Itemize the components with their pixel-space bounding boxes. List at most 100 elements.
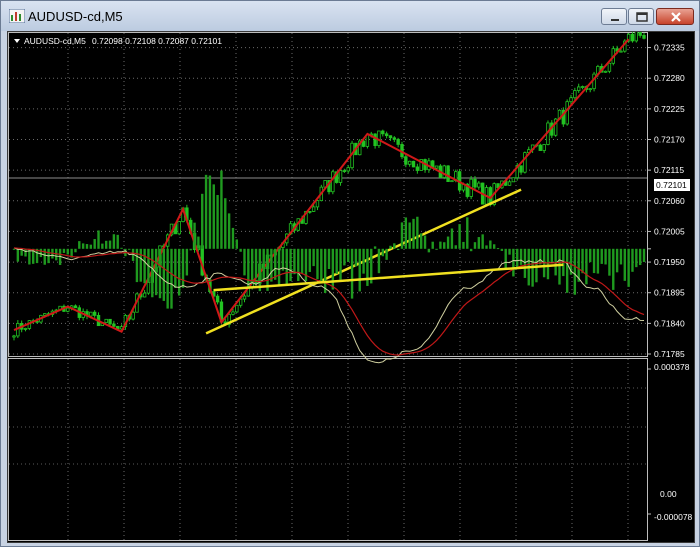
histogram-bar (312, 248, 315, 267)
histogram-bar (512, 248, 515, 277)
indicator-pane-border (8, 358, 648, 541)
histogram-bar (489, 240, 492, 249)
maximize-button[interactable] (628, 8, 654, 25)
histogram-bar (635, 248, 638, 268)
histogram-bar (224, 198, 227, 249)
candle-body (331, 171, 335, 193)
histogram-bar (270, 248, 273, 282)
histogram-bar (539, 248, 542, 265)
histogram-bar (170, 248, 173, 309)
candle-body (43, 313, 47, 316)
window-title: AUDUSD-cd,M5 (28, 9, 123, 24)
histogram-bar (508, 248, 511, 255)
candle-body (146, 281, 151, 294)
candle-body (342, 170, 347, 172)
histogram-bar (85, 244, 89, 249)
histogram-bar (565, 248, 569, 293)
grid-lines (8, 32, 648, 541)
histogram-bar (258, 248, 262, 292)
histogram-bar (250, 248, 254, 284)
histogram-bar (523, 248, 527, 278)
candle-body (361, 140, 366, 147)
histogram-bar (396, 248, 400, 251)
histogram-bar (400, 222, 404, 249)
histogram-bar (466, 217, 469, 249)
histogram-bar (266, 248, 269, 291)
histogram-bar (235, 239, 239, 249)
candle-body (450, 180, 454, 183)
histogram-bar (347, 248, 350, 262)
chart-area[interactable]: 0.72335 0.72280 0.72225 0.72170 0.72115 0.720… (7, 29, 696, 544)
histogram-bar (550, 248, 554, 264)
candle-body (538, 144, 542, 151)
indicator-min-label: -0.000078 (654, 512, 693, 522)
price-label: 0.72280 (654, 73, 685, 83)
histogram-bar (116, 234, 119, 249)
price-chart-svg[interactable]: 0.72335 0.72280 0.72225 0.72170 0.72115 0.720… (8, 29, 696, 544)
histogram-bar (62, 248, 66, 253)
histogram-bar (181, 248, 185, 288)
histogram-bar (177, 248, 181, 296)
histogram-bar (373, 246, 377, 249)
candle-body (373, 133, 377, 147)
histogram-bar (162, 248, 166, 301)
candle-body (619, 50, 623, 53)
candle-body (108, 318, 112, 325)
histogram-bar (627, 248, 630, 287)
candle-body (346, 167, 350, 172)
indicator-max-label: 0.000378 (654, 362, 690, 372)
histogram-bar (323, 248, 327, 293)
histogram-bar (642, 248, 646, 263)
histogram-bar (519, 248, 523, 265)
candle-body (634, 30, 639, 42)
histogram-bar (93, 239, 96, 249)
histogram-bar (596, 248, 600, 274)
candle-body (407, 160, 412, 165)
histogram-bar (350, 248, 354, 299)
histogram-bar (389, 245, 392, 249)
candle-body (507, 181, 512, 186)
histogram-bar (66, 248, 69, 255)
price-label: 0.72115 (654, 165, 684, 175)
histogram-bar (308, 248, 311, 272)
histogram-bar (74, 248, 77, 253)
candle-body (73, 305, 78, 309)
histogram-bar (427, 248, 431, 253)
histogram-bar (331, 248, 335, 290)
histogram-bar (619, 248, 623, 265)
histogram-bar (581, 248, 584, 274)
candle-body (404, 156, 408, 165)
histogram-bar (24, 248, 27, 257)
candle-body (242, 295, 247, 300)
candle-body (446, 165, 450, 182)
collapse-arrow-icon[interactable] (14, 39, 20, 43)
histogram-bar (419, 233, 423, 249)
histogram-bar (220, 170, 223, 249)
histogram-bar (120, 247, 123, 249)
price-label: 0.72335 (654, 43, 685, 53)
histogram-bar (638, 248, 642, 266)
histogram-bar (231, 227, 235, 249)
candle-body (396, 138, 400, 145)
candle-body (92, 311, 97, 316)
histogram-bar (335, 248, 338, 274)
histogram-bar (204, 174, 208, 249)
histogram-bar (300, 248, 304, 274)
minimize-button[interactable] (601, 8, 627, 25)
histogram-bar (423, 235, 427, 249)
candle-body (384, 133, 389, 137)
histogram-bar (216, 194, 219, 249)
candle-body (311, 206, 316, 212)
histogram-bar (320, 248, 323, 282)
candle-body (215, 295, 220, 303)
histogram-bar (108, 240, 112, 249)
histogram-bar (600, 248, 603, 264)
title-bar[interactable]: AUDUSD-cd,M5 (1, 1, 699, 31)
close-button[interactable] (656, 8, 694, 25)
price-label: 0.71895 (654, 288, 685, 298)
price-label: 0.71950 (654, 257, 685, 267)
histogram-bar (139, 248, 142, 282)
candle-body (523, 152, 527, 173)
chart-header: AUDUSD-cd,M5 0.72098 0.72108 0.72087 0.7… (14, 36, 222, 46)
histogram-bar (243, 248, 246, 276)
